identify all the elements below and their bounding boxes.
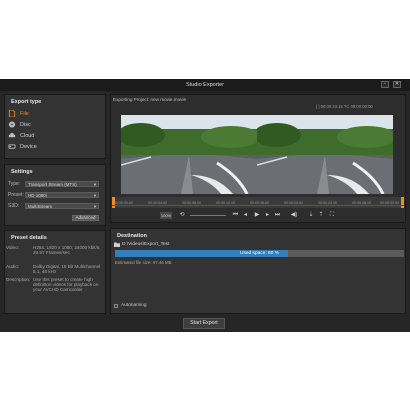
- timeline-tick-label: 00:00:32.00: [380, 201, 399, 205]
- advanced-button[interactable]: Advanced: [72, 215, 99, 221]
- timeline-tick-label: 00:00:00.00: [114, 201, 133, 205]
- s3d-select[interactable]: MultiStream ▼: [25, 203, 99, 209]
- audio-value: Dolby Digital, 16 Bit Multichannel 5.1, …: [33, 264, 101, 275]
- destination-title: Destination: [117, 233, 147, 239]
- description-label: Description:: [6, 277, 31, 282]
- timeline-tick-label: 00:00:20.00: [284, 201, 303, 205]
- preset-select-value: HD 1080i: [28, 193, 47, 198]
- play-icon[interactable]: ▶: [253, 212, 261, 219]
- zoom-value: 100%: [160, 213, 172, 218]
- timeline-tick-label: 00:00:24.00: [318, 201, 337, 205]
- destination-panel: Destination: [110, 228, 406, 314]
- export-type-title: Export type: [11, 99, 42, 105]
- preset-details-title: Preset details: [11, 235, 47, 241]
- export-type-device[interactable]: Device: [8, 143, 37, 152]
- left-eye-preview: [121, 115, 257, 194]
- preset-select[interactable]: HD 1080i ▼: [25, 192, 99, 198]
- export-type-device-label: Device: [20, 144, 37, 150]
- fullscreen-icon[interactable]: ⛶: [328, 212, 336, 219]
- close-button[interactable]: ✕: [393, 81, 401, 88]
- type-select[interactable]: Transport Stream (MTS) ▼: [25, 181, 99, 187]
- estimated-file-size: Estimated file size: 97.46 MB: [115, 260, 172, 265]
- mark-in-icon[interactable]: ⇣: [308, 212, 314, 219]
- chevron-down-icon: ▼: [93, 204, 97, 209]
- timeline-axis: [112, 205, 404, 206]
- timeline-tick-label: 00:00:16.00: [250, 201, 269, 205]
- volume-icon[interactable]: ◀): [290, 212, 298, 219]
- device-icon: [8, 144, 16, 149]
- shuttle-slider[interactable]: [190, 215, 226, 216]
- window-title: Studio Exporter: [186, 82, 224, 88]
- cloud-icon: [8, 132, 16, 138]
- autonaming-label: Autonaming: [121, 303, 147, 308]
- zoom-select[interactable]: 100%: [160, 212, 172, 219]
- go-to-end-icon[interactable]: ⏭: [274, 212, 281, 219]
- timecode-display: [ ] 00:00:33.15 TC 00:00:00:00: [316, 104, 373, 109]
- timeline-end-marker[interactable]: [401, 197, 404, 208]
- file-icon: [8, 110, 16, 118]
- preset-label: Preset:: [8, 192, 24, 198]
- minimize-button[interactable]: ▫: [381, 81, 389, 88]
- video-value: H264, 1920 x 1080, 24000 kbit/s, 29.97 F…: [33, 245, 101, 256]
- description-value: Use this preset to create high definitio…: [33, 277, 99, 293]
- export-type-cloud-label: Cloud: [20, 133, 35, 139]
- export-type-file-label: File: [20, 111, 29, 117]
- autonaming-checkbox[interactable]: [114, 304, 118, 308]
- right-eye-preview: [257, 115, 393, 194]
- s3d-label: S3D:: [8, 203, 20, 209]
- used-space-bar: Used space: 60 %: [115, 250, 404, 257]
- timeline-tick-label: 00:00:08.00: [182, 201, 201, 205]
- type-label: Type:: [8, 181, 21, 187]
- chevron-down-icon: ▼: [93, 182, 97, 187]
- project-label: Exporting Project: new movie.movie: [113, 97, 187, 102]
- used-space-label: Used space: 60 %: [240, 251, 279, 256]
- type-select-value: Transport Stream (MTS): [28, 182, 77, 187]
- title-bar: Studio Exporter ▫ ✕: [0, 79, 410, 91]
- export-type-cloud[interactable]: Cloud: [8, 132, 34, 141]
- export-type-file[interactable]: File: [8, 110, 29, 119]
- audio-label: Audio:: [6, 264, 20, 269]
- export-type-disc[interactable]: Disc: [8, 121, 31, 130]
- start-export-button[interactable]: Start Export: [183, 318, 225, 329]
- video-label: Video:: [6, 245, 19, 250]
- go-to-start-icon[interactable]: ⏮: [232, 212, 239, 219]
- destination-path[interactable]: D:\Videos\Export_Test: [122, 242, 169, 247]
- step-back-icon[interactable]: ◂: [242, 212, 249, 219]
- mark-out-icon[interactable]: ⇡: [318, 212, 324, 219]
- timeline-tick-label: 00:00:04.00: [148, 201, 167, 205]
- step-forward-icon[interactable]: ▸: [264, 212, 271, 219]
- timeline-tick-label: 00:00:28.00: [352, 201, 371, 205]
- folder-icon[interactable]: [114, 242, 120, 247]
- export-type-disc-label: Disc: [20, 122, 31, 128]
- s3d-select-value: MultiStream: [28, 204, 53, 209]
- timeline-tick-label: 00:00:12.00: [216, 201, 235, 205]
- disc-icon: [8, 121, 16, 128]
- chevron-down-icon: ▼: [93, 193, 97, 198]
- loop-icon[interactable]: ⟲: [178, 212, 186, 219]
- settings-title: Settings: [11, 169, 33, 175]
- timeline-ruler[interactable]: 00:00:00.00 00:00:04.00 00:00:08.00 00:0…: [112, 197, 404, 208]
